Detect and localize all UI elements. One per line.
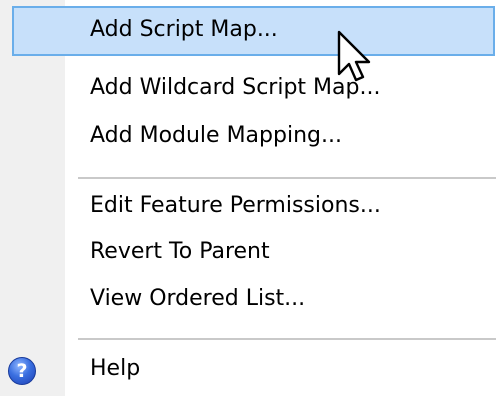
menu-item-add-wildcard-script-map[interactable]: Add Wildcard Script Map... [0, 64, 498, 114]
menu-item-label: Add Module Mapping... [90, 123, 342, 148]
context-menu: Add Script Map... Add Wildcard Script Ma… [0, 0, 498, 396]
menu-item-label: Help [90, 356, 141, 381]
menu-item-help[interactable]: ? Help [0, 345, 498, 395]
menu-item-label: Revert To Parent [90, 239, 270, 264]
menu-item-revert-to-parent[interactable]: Revert To Parent [0, 228, 498, 278]
menu-item-label: View Ordered List... [90, 286, 306, 311]
menu-item-label: Edit Feature Permissions... [90, 193, 381, 218]
menu-separator [78, 338, 496, 340]
mouse-pointer-icon [337, 30, 371, 82]
menu-item-add-module-mapping[interactable]: Add Module Mapping... [0, 112, 498, 162]
menu-item-add-script-map[interactable]: Add Script Map... [12, 6, 495, 56]
menu-item-view-ordered-list[interactable]: View Ordered List... [0, 275, 498, 325]
menu-separator [78, 177, 496, 179]
menu-item-edit-feature-permissions[interactable]: Edit Feature Permissions... [0, 182, 498, 232]
menu-item-label: Add Script Map... [90, 17, 278, 42]
help-icon: ? [8, 357, 36, 385]
